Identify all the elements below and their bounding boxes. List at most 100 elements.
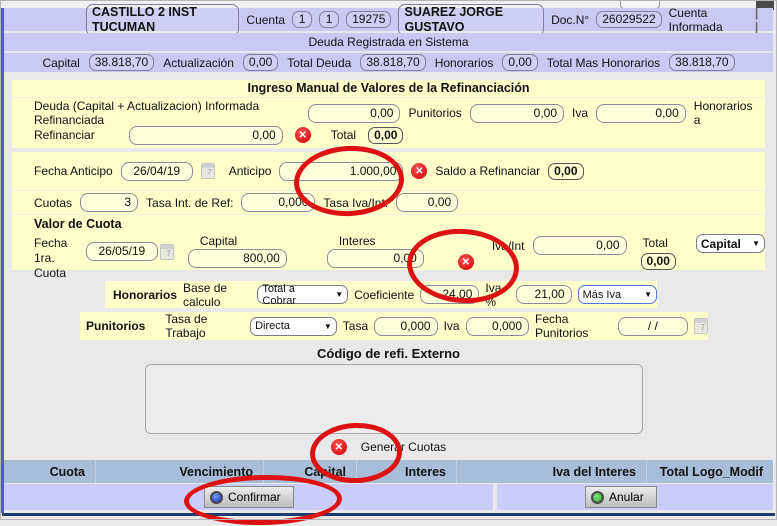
cuota-capital-label: Capital bbox=[188, 234, 237, 248]
total-refinanciacion-value: 0,00 bbox=[368, 127, 403, 144]
cuota-interes-field[interactable]: 0,00 bbox=[327, 249, 424, 268]
anticipo-label: Anticipo bbox=[229, 164, 272, 178]
refinanciar-label: Refinanciar bbox=[34, 128, 95, 142]
left-border-line bbox=[1, 8, 4, 513]
total-mas-honorarios-label: Total Mas Honorarios bbox=[547, 56, 660, 70]
base-calculo-select[interactable]: Total a Cobrar▼ bbox=[257, 285, 348, 304]
calendar-icon-anticipo[interactable]: 7 bbox=[201, 163, 215, 179]
generar-cuotas-row: ✕ Generar Cuotas bbox=[0, 439, 777, 455]
calendar-icon-punitorios[interactable]: 7 bbox=[694, 318, 708, 334]
iva-int-field[interactable]: 0,00 bbox=[533, 236, 627, 255]
cuota-total-label: Total bbox=[641, 236, 668, 250]
doc-number-field[interactable]: 26029522 bbox=[596, 11, 661, 28]
refinance-panel: Ingreso Manual de Valores de la Refinanc… bbox=[12, 80, 765, 270]
fecha-anticipo-label: Fecha Anticipo bbox=[34, 164, 113, 178]
saldo-refinanciar-label: Saldo a Refinanciar bbox=[435, 164, 540, 178]
error-icon-honorarios[interactable]: ✕ bbox=[295, 127, 311, 143]
tasa-iva-label: Tasa Iva/Int. bbox=[323, 196, 388, 210]
deuda-informada-block: Deuda (Capital + Actualizacion) Informad… bbox=[12, 98, 765, 148]
quota-table-header: Cuota Vencimiento Capital Interes Iva de… bbox=[4, 460, 773, 483]
anticipo-field[interactable]: 1.000,00 bbox=[279, 162, 403, 181]
cuenta-field-1[interactable]: 1 bbox=[292, 11, 312, 28]
system-debt-title-bar: Deuda Registrada en Sistema bbox=[4, 33, 773, 51]
total-deuda-value: 38.818,70 bbox=[360, 54, 425, 71]
error-icon-cuota[interactable]: ✕ bbox=[458, 254, 474, 270]
punitorios-field[interactable]: 0,00 bbox=[470, 104, 564, 123]
tasa-iva-field[interactable]: 0,00 bbox=[396, 193, 458, 212]
honorarios-band: Honorarios Base de calculo Total a Cobra… bbox=[105, 281, 657, 308]
cuotas-row: Cuotas 3 Tasa Int. de Ref: 0,000 Tasa Iv… bbox=[12, 191, 765, 214]
cuota-capital-field[interactable]: 800,00 bbox=[188, 249, 287, 268]
anticipo-row: Fecha Anticipo 26/04/19 7 Anticipo 1.000… bbox=[12, 152, 765, 190]
chevron-down-icon: ▼ bbox=[644, 290, 652, 299]
modo-iva-select[interactable]: Más Iva▼ bbox=[578, 285, 657, 304]
honorarios-label: Honorarios bbox=[435, 56, 494, 70]
confirm-radio-icon bbox=[210, 491, 223, 504]
punitorios-band: Punitorios Tasa de Trabajo Directa▼ Tasa… bbox=[80, 312, 708, 340]
chevron-down-icon: ▼ bbox=[335, 290, 343, 299]
cuenta-informada-label: Cuenta Informada bbox=[669, 6, 748, 34]
honorarios-a-label: Honorarios a bbox=[694, 99, 755, 127]
error-icon-anticipo[interactable]: ✕ bbox=[411, 163, 427, 179]
deuda-informada-label: Deuda (Capital + Actualizacion) Informad… bbox=[34, 99, 300, 127]
coeficiente-field[interactable]: 24,00 bbox=[420, 285, 479, 304]
honorarios-value: 0,00 bbox=[502, 54, 537, 71]
tasa-trabajo-select[interactable]: Directa▼ bbox=[250, 317, 337, 336]
fecha-punitorios-field[interactable]: / / bbox=[618, 317, 688, 336]
total-deuda-label: Total Deuda bbox=[287, 56, 351, 70]
client-name: SUAREZ JORGE GUSTAVO bbox=[398, 4, 544, 36]
iva-label: Iva bbox=[572, 106, 588, 120]
fecha-1ra-cuota-field[interactable]: 26/05/19 bbox=[86, 242, 158, 261]
tipo-cuota-select[interactable]: Capital▼ bbox=[696, 234, 765, 253]
tasa-int-label: Tasa Int. de Ref: bbox=[146, 196, 233, 210]
iva-pct-label: Iva % bbox=[485, 281, 509, 309]
col-cuota: Cuota bbox=[4, 460, 96, 483]
chevron-down-icon: ▼ bbox=[752, 239, 760, 248]
system-debt-title: Deuda Registrada en Sistema bbox=[308, 35, 468, 49]
col-capital: Capital bbox=[264, 460, 357, 483]
actualizacion-value: 0,00 bbox=[243, 54, 278, 71]
cuenta-label: Cuenta bbox=[246, 13, 285, 27]
base-calculo-label: Base de calculo bbox=[183, 281, 251, 309]
tasa-trabajo-label: Tasa de Trabajo bbox=[165, 312, 238, 340]
honorarios-refinanciar-field[interactable]: 0,00 bbox=[129, 126, 283, 145]
capital-label: Capital bbox=[42, 56, 79, 70]
cuenta-informada-pipes: | | bbox=[755, 6, 773, 34]
actualizacion-label: Actualización bbox=[163, 56, 234, 70]
anular-button[interactable]: Anular bbox=[585, 486, 657, 508]
confirmar-button[interactable]: Confirmar bbox=[204, 486, 294, 508]
generar-cuotas-label: Generar Cuotas bbox=[361, 440, 446, 454]
col-total-logo-modif: Total Logo_Modif bbox=[647, 460, 773, 483]
punitorios-tasa-field[interactable]: 0,000 bbox=[374, 317, 437, 336]
fecha-anticipo-field[interactable]: 26/04/19 bbox=[121, 162, 193, 181]
total-refinanciacion-label: Total bbox=[331, 128, 356, 142]
capital-value: 38.818,70 bbox=[89, 54, 154, 71]
codigo-externo-textarea[interactable] bbox=[145, 364, 643, 434]
footer-navy-line bbox=[2, 513, 775, 516]
punitorios-iva-field[interactable]: 0,000 bbox=[466, 317, 529, 336]
col-interes: Interes bbox=[357, 460, 457, 483]
error-icon-generar[interactable]: ✕ bbox=[331, 439, 347, 455]
cuenta-field-2[interactable]: 1 bbox=[319, 11, 339, 28]
punitorios-label: Punitorios bbox=[408, 106, 461, 120]
cuenta-number-field[interactable]: 19275 bbox=[346, 11, 391, 28]
punitorios-tasa-label: Tasa bbox=[343, 319, 368, 333]
iva-pct-field[interactable]: 21,00 bbox=[516, 285, 572, 304]
col-iva-del-interes: Iva del Interes bbox=[457, 460, 647, 483]
cuotas-field[interactable]: 3 bbox=[80, 193, 138, 212]
iva-field[interactable]: 0,00 bbox=[596, 104, 686, 123]
cuotas-label: Cuotas bbox=[34, 196, 72, 210]
refinance-panel-title: Ingreso Manual de Valores de la Refinanc… bbox=[12, 80, 765, 98]
account-header-bar: CASTILLO 2 INST TUCUMAN Cuenta 1 1 19275… bbox=[4, 8, 773, 31]
deuda-informada-field[interactable]: 0,00 bbox=[308, 104, 400, 123]
fecha-punitorios-label: Fecha Punitorios bbox=[535, 312, 612, 340]
system-debt-values-bar: Capital 38.818,70 Actualización 0,00 Tot… bbox=[4, 53, 773, 72]
valor-cuota-title: Valor de Cuota bbox=[12, 215, 765, 232]
punitorios-iva-label: Iva bbox=[444, 319, 460, 333]
calendar-icon-1ra-cuota[interactable]: 7 bbox=[160, 244, 174, 260]
tasa-int-field[interactable]: 0,000 bbox=[241, 193, 315, 212]
codigo-externo-title: Código de refi. Externo bbox=[0, 346, 777, 361]
honorarios-title: Honorarios bbox=[113, 288, 177, 302]
total-mas-honorarios-value: 38.818,70 bbox=[669, 54, 734, 71]
cuota-total-value: 0,00 bbox=[641, 253, 676, 270]
